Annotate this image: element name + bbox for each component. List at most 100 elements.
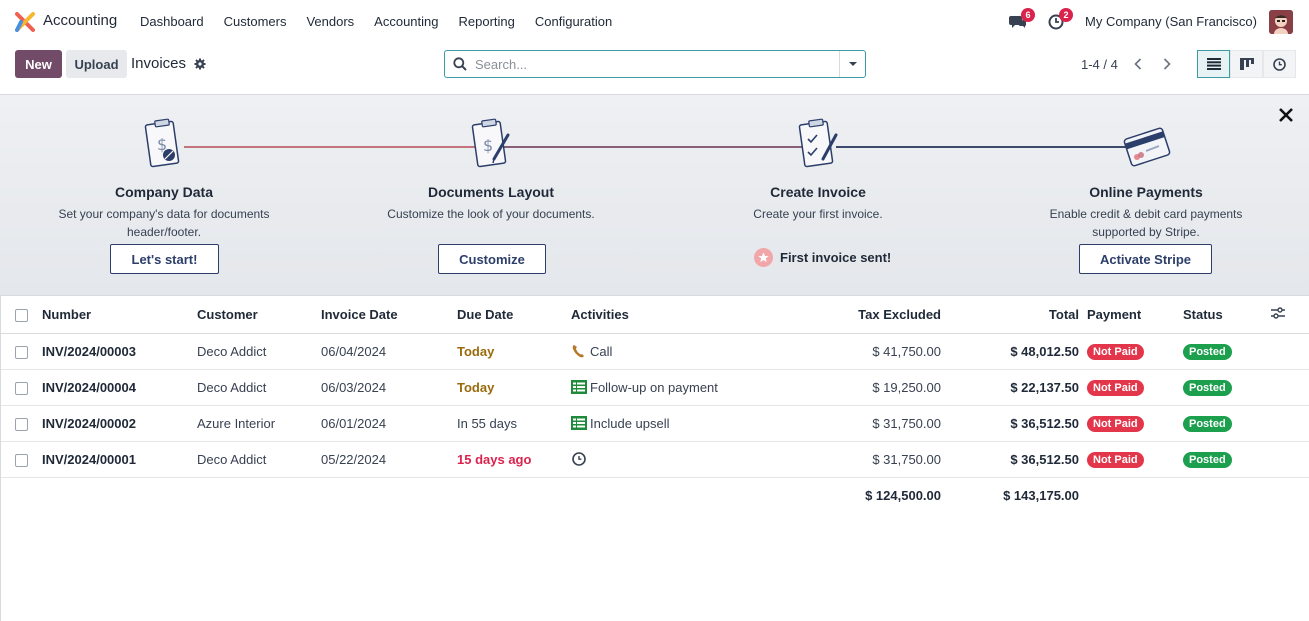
column-payment[interactable]: Payment (1079, 296, 1183, 334)
activities-count: 2 (1059, 7, 1074, 22)
table-row[interactable]: INV/2024/00001 Deco Addict 05/22/2024 15… (0, 441, 1309, 478)
activity-cell (571, 441, 741, 478)
step-title: Online Payments (1089, 184, 1203, 200)
list-view-button[interactable] (1197, 50, 1230, 78)
column-due-date[interactable]: Due Date (457, 296, 571, 334)
customer-name: Deco Addict (191, 441, 321, 478)
accounting-app-icon[interactable] (15, 12, 35, 32)
step-documents-layout: $ Documents Layout Customize the look of… (376, 115, 606, 223)
row-checkbox[interactable] (15, 345, 28, 359)
menu-vendors[interactable]: Vendors (296, 14, 364, 29)
new-button[interactable]: New (15, 50, 62, 78)
table-row[interactable]: INV/2024/00003 Deco Addict 06/04/2024 To… (0, 333, 1309, 370)
gear-icon[interactable] (194, 58, 206, 70)
activity-widget[interactable]: Include upsell (571, 416, 741, 431)
activity-widget[interactable] (571, 452, 741, 466)
avatar-icon (1269, 9, 1293, 34)
step-company-data: $ Company Data Set your company's data f… (49, 115, 279, 241)
payment-cell: Not Paid (1079, 405, 1183, 442)
column-number[interactable]: Number (36, 296, 191, 334)
status-badge: Posted (1183, 415, 1232, 432)
select-all-checkbox[interactable] (15, 308, 28, 322)
total-amount: $ 22,137.50 (941, 369, 1079, 406)
row-select-cell (0, 369, 36, 406)
column-invoice-date[interactable]: Invoice Date (321, 296, 457, 334)
row-select-cell (0, 333, 36, 370)
kanban-icon (1239, 58, 1254, 70)
systray: 6 2 My Company (San Francisco) (1003, 0, 1293, 43)
close-onboarding-button[interactable] (1276, 105, 1296, 125)
user-avatar[interactable] (1269, 9, 1293, 34)
onboarding-panel: $ Company Data Set your company's data f… (0, 95, 1309, 296)
step-create-invoice: Create Invoice Create your first invoice… (703, 115, 933, 223)
activity-widget[interactable]: Follow-up on payment (571, 380, 741, 395)
kanban-view-button[interactable] (1230, 50, 1263, 78)
total-amount: $ 48,012.50 (941, 333, 1079, 370)
tax-excluded-amount: $ 31,750.00 (741, 441, 941, 478)
invoice-table: Number Customer Invoice Date Due Date Ac… (0, 296, 1309, 513)
credit-card-icon (1123, 127, 1171, 167)
due-date: In 55 days (457, 405, 571, 442)
column-tax-excluded[interactable]: Tax Excluded (741, 296, 941, 334)
row-checkbox[interactable] (15, 381, 28, 395)
messages-button[interactable]: 6 (1003, 7, 1036, 34)
sliders-icon[interactable] (1271, 307, 1285, 319)
close-icon (1279, 108, 1293, 122)
activity-view-button[interactable] (1263, 50, 1296, 78)
menu-customers[interactable]: Customers (214, 14, 297, 29)
search-icon (445, 57, 475, 71)
table-row[interactable]: INV/2024/00004 Deco Addict 06/03/2024 To… (0, 369, 1309, 406)
pager-previous-button[interactable] (1124, 50, 1152, 78)
chevron-right-icon (1163, 58, 1171, 70)
total-amount: $ 36,512.50 (941, 405, 1079, 442)
table-row[interactable]: INV/2024/00002 Azure Interior 06/01/2024… (0, 405, 1309, 442)
page-title: Invoices (131, 55, 187, 72)
customer-name: Deco Addict (191, 369, 321, 406)
top-navbar: Accounting Dashboard Customers Vendors A… (0, 0, 1309, 43)
menu-configuration[interactable]: Configuration (525, 14, 622, 29)
invoice-date: 06/01/2024 (321, 405, 457, 442)
row-checkbox[interactable] (15, 417, 28, 431)
pager-next-button[interactable] (1153, 50, 1181, 78)
activate-stripe-button[interactable]: Activate Stripe (1079, 244, 1212, 274)
list-icon (1206, 58, 1221, 70)
search-input[interactable] (475, 56, 839, 72)
todo-list-icon (571, 416, 587, 430)
clipboard-check-icon (798, 118, 838, 168)
total-sum: $ 143,175.00 (1003, 487, 1079, 503)
activities-button[interactable]: 2 (1041, 7, 1074, 34)
status-cell: Posted (1183, 405, 1271, 442)
customize-button[interactable]: Customize (438, 244, 546, 274)
column-status[interactable]: Status (1183, 296, 1271, 334)
svg-text:$: $ (483, 136, 493, 155)
column-activities[interactable]: Activities (571, 296, 741, 334)
view-switcher (1197, 50, 1296, 78)
activity-label: Follow-up on payment (590, 379, 718, 395)
invoice-date: 06/03/2024 (321, 369, 457, 406)
step-description: Customize the look of your documents. (387, 207, 595, 221)
row-checkbox[interactable] (15, 453, 28, 467)
lets-start-button[interactable]: Let's start! (110, 244, 219, 274)
column-customer[interactable]: Customer (191, 296, 321, 334)
due-date: 15 days ago (457, 441, 571, 478)
step-description: Create your first invoice. (753, 207, 883, 221)
status-badge: Posted (1183, 451, 1232, 468)
payment-cell: Not Paid (1079, 441, 1183, 478)
clipboard-dollar-icon: $ (144, 118, 180, 168)
invoice-number: INV/2024/00002 (36, 405, 191, 442)
company-switcher[interactable]: My Company (San Francisco) (1085, 14, 1257, 29)
menu-accounting[interactable]: Accounting (364, 14, 448, 29)
customer-name: Azure Interior (191, 405, 321, 442)
column-total[interactable]: Total (941, 296, 1079, 334)
pager-value[interactable]: 1-4 / 4 (1081, 57, 1118, 72)
upload-button[interactable]: Upload (66, 50, 127, 78)
activity-cell: Include upsell (571, 405, 741, 442)
activity-label: Call (590, 343, 613, 359)
step-done-label: First invoice sent! (780, 250, 892, 265)
activity-widget[interactable]: Call (571, 344, 741, 359)
step-title: Company Data (114, 184, 214, 200)
app-name[interactable]: Accounting (43, 12, 117, 29)
menu-dashboard[interactable]: Dashboard (130, 14, 214, 29)
menu-reporting[interactable]: Reporting (449, 14, 525, 29)
search-options-toggle[interactable] (839, 51, 865, 77)
